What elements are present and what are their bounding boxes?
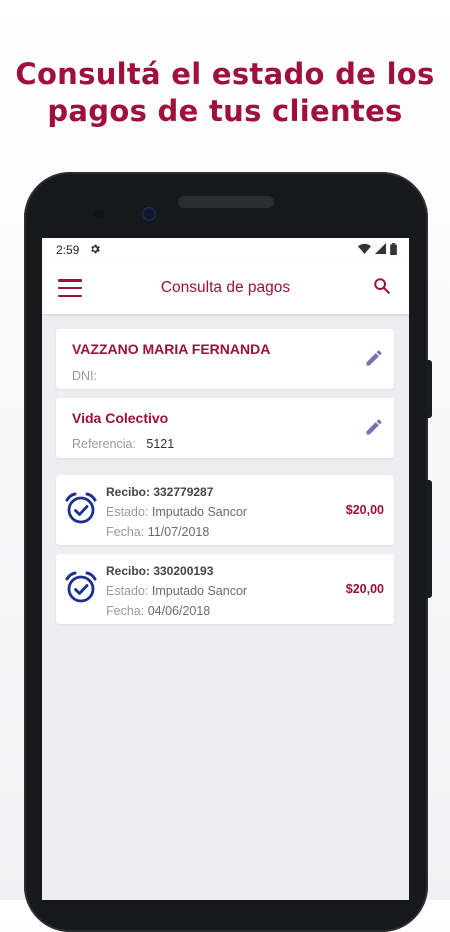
status-label: Estado:: [106, 505, 149, 519]
phone-sensor: [94, 209, 104, 219]
edit-client-icon[interactable]: [364, 348, 384, 373]
receipt-title: Recibo: 332779287: [106, 485, 214, 499]
date-value: 04/06/2018: [147, 604, 211, 618]
alarm-check-icon: [64, 570, 98, 609]
dni-label: DNI:: [72, 369, 97, 383]
hamburger-icon[interactable]: [58, 279, 82, 297]
wifi-icon: [358, 243, 371, 257]
receipt-date: Fecha: 11/07/2018: [106, 525, 209, 539]
phone-front-camera: [142, 207, 156, 221]
alarm-check-icon: [64, 491, 98, 530]
client-card[interactable]: VAZZANO MARIA FERNANDA DNI:: [56, 329, 394, 389]
product-name: Vida Colectivo: [72, 410, 169, 426]
phone-volume-button: [426, 480, 432, 598]
status-value: Imputado Sancor: [151, 505, 248, 519]
battery-icon: [390, 242, 397, 258]
client-name: VAZZANO MARIA FERNANDA: [72, 341, 271, 357]
promo-headline: Consultá el estado de los pagos de tus c…: [0, 56, 450, 130]
app-bar: Consulta de pagos: [42, 262, 409, 314]
phone-speaker: [178, 196, 274, 208]
app-screen: 2:59 Consulta de pagos VAZZANO MARIA FER…: [42, 238, 409, 900]
status-value: Imputado Sancor: [151, 584, 248, 598]
list-item[interactable]: Recibo: 330200193 Estado: Imputado Sanco…: [56, 554, 394, 624]
edit-product-icon[interactable]: [364, 417, 384, 442]
status-label: Estado:: [106, 584, 149, 598]
date-value: 11/07/2018: [147, 525, 210, 539]
receipt-status: Estado: Imputado Sancor: [106, 505, 247, 519]
headline-line-2: pagos de tus clientes: [47, 94, 403, 128]
product-card[interactable]: Vida Colectivo Referencia: 5121: [56, 398, 394, 458]
receipt-date: Fecha: 04/06/2018: [106, 604, 210, 618]
status-bar: 2:59: [42, 238, 409, 262]
date-label: Fecha:: [106, 525, 145, 539]
receipt-amount: $20,00: [345, 503, 384, 517]
page-title: Consulta de pagos: [160, 279, 291, 296]
reference-label: Referencia:: [72, 437, 136, 451]
receipt-amount: $20,00: [345, 582, 384, 596]
status-time: 2:59: [56, 243, 80, 257]
signal-icon: [375, 243, 386, 257]
phone-power-button: [426, 360, 432, 418]
gear-icon: [89, 243, 101, 258]
receipt-status: Estado: Imputado Sancor: [106, 584, 247, 598]
search-icon[interactable]: [373, 277, 391, 300]
reference-value: 5121: [146, 437, 175, 451]
receipt-title: Recibo: 330200193: [106, 564, 214, 578]
list-item[interactable]: Recibo: 332779287 Estado: Imputado Sanco…: [56, 475, 394, 545]
headline-line-1: Consultá el estado de los: [15, 57, 435, 91]
date-label: Fecha:: [106, 604, 145, 618]
